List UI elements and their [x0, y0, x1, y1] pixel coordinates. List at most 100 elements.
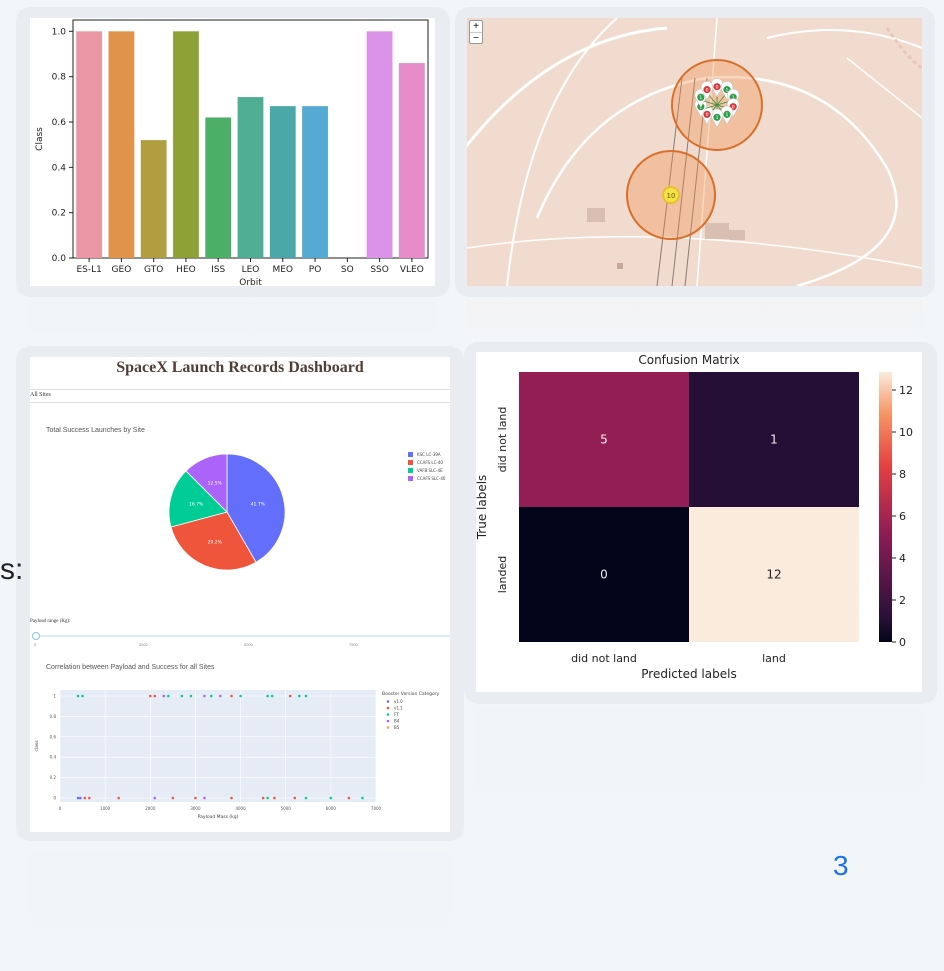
x-tick-label: PO — [309, 265, 322, 275]
pie-legend-label[interactable]: VAFB SLC-4E — [417, 468, 443, 473]
scatter-point[interactable] — [218, 694, 222, 698]
scatter-point[interactable] — [304, 694, 308, 698]
cm-title: Confusion Matrix — [638, 353, 739, 367]
scatter-point[interactable] — [230, 694, 233, 698]
bar-chart-reflection — [30, 300, 435, 345]
map-marker-label: 1 — [716, 115, 719, 121]
scatter-point[interactable] — [203, 694, 206, 698]
map-panel[interactable]: 10 0110110110 + − — [467, 18, 922, 286]
scatter-point[interactable] — [189, 694, 193, 698]
scatter-point[interactable] — [171, 796, 175, 800]
scatter-y-tick: 0.6 — [50, 734, 57, 739]
scatter-legend-label[interactable]: v1.0 — [394, 699, 403, 704]
cm-cell-value: 1 — [770, 433, 778, 447]
payload-slider[interactable] — [34, 635, 450, 637]
scatter-legend-label[interactable]: B5 — [394, 725, 400, 730]
scatter-y-tick: 0.2 — [50, 775, 57, 780]
scatter-point[interactable] — [148, 694, 152, 698]
slider-label: Payload range (Kg): — [30, 619, 71, 624]
scatter-x-tick: 1000 — [100, 806, 111, 811]
cm-colorbar — [879, 372, 892, 642]
scatter-point[interactable] — [266, 694, 269, 698]
scatter-point[interactable] — [76, 694, 80, 698]
confusion-reflection — [476, 708, 922, 838]
x-tick-label: VLEO — [400, 265, 424, 275]
scatter-title: Correlation between Payload and Success … — [46, 664, 215, 671]
scatter-x-tick: 5000 — [281, 806, 292, 811]
scatter-point[interactable] — [329, 796, 333, 800]
scatter-point[interactable] — [347, 796, 351, 800]
scatter-point[interactable] — [79, 796, 82, 800]
scatter-point[interactable] — [266, 796, 269, 800]
scatter-point[interactable] — [297, 694, 301, 698]
scatter-point[interactable] — [153, 796, 157, 800]
scatter-point[interactable] — [167, 694, 170, 698]
bar — [205, 117, 232, 258]
zoom-in-button[interactable]: + — [470, 21, 482, 33]
cm-y-tick: did not land — [496, 407, 509, 473]
bar — [269, 106, 296, 258]
slider-tick-label: 7500 — [349, 642, 358, 647]
scatter-point[interactable] — [153, 694, 157, 698]
scatter-x-tick: 7000 — [371, 806, 382, 811]
scatter-point[interactable] — [361, 796, 364, 800]
pie-legend-label[interactable]: CCAFS SLC-40 — [417, 476, 446, 481]
scatter-legend-label[interactable]: FT — [394, 712, 399, 717]
zoom-control: + − — [469, 20, 483, 44]
scatter-point[interactable] — [194, 796, 197, 800]
cm-cell-value: 12 — [766, 568, 781, 582]
scatter-legend-marker[interactable] — [386, 719, 390, 723]
scatter-point[interactable] — [209, 694, 213, 698]
scatter-point[interactable] — [76, 796, 80, 800]
scatter-legend-label[interactable]: B4 — [394, 719, 400, 724]
scatter-legend-label[interactable]: v1.1 — [394, 706, 403, 711]
pie-value-label: 29.2% — [208, 539, 223, 545]
scatter-point[interactable] — [239, 694, 242, 698]
zoom-out-button[interactable]: − — [470, 33, 482, 44]
confusion-matrix: Confusion Matrix5 10 12did not land landdid… — [476, 353, 913, 681]
page-number: 3 — [833, 850, 849, 881]
scatter-point[interactable] — [270, 694, 274, 698]
pie-legend-swatch[interactable] — [408, 476, 413, 481]
y-tick-label: 0.6 — [52, 118, 67, 128]
scatter-legend-marker[interactable] — [386, 700, 390, 703]
scatter-y-tick: 1 — [53, 694, 56, 699]
scatter-point[interactable] — [88, 796, 91, 800]
scatter-point[interactable] — [117, 796, 120, 800]
slider-handle[interactable] — [32, 632, 40, 640]
scatter-point[interactable] — [273, 796, 276, 800]
pie-legend-label[interactable]: KSC LC-39A — [417, 452, 441, 457]
slider-tick-label: 0 — [34, 642, 37, 647]
scatter-point[interactable] — [83, 796, 87, 800]
scatter-point[interactable] — [304, 796, 308, 800]
slider-tick-label: 2500 — [139, 642, 148, 647]
scatter-legend-marker[interactable] — [386, 706, 390, 710]
x-tick-label: GEO — [112, 265, 132, 275]
scatter-x-tick: 4000 — [235, 806, 246, 811]
scatter-legend-marker[interactable] — [386, 713, 390, 716]
x-tick-label: MEO — [272, 265, 293, 275]
scatter-point[interactable] — [81, 694, 84, 698]
scatter-point[interactable] — [230, 796, 233, 800]
site-dropdown[interactable]: All Sites — [30, 389, 450, 403]
scatter-point[interactable] — [288, 694, 292, 698]
scatter-x-label: Payload Mass (kg) — [198, 814, 239, 820]
pie-value-label: 12.5% — [208, 481, 223, 487]
scatter-point[interactable] — [293, 796, 297, 800]
scatter-point[interactable] — [162, 694, 166, 698]
map-marker-label: 1 — [726, 112, 729, 118]
y-tick-label: 0.8 — [52, 73, 67, 83]
map-canvas[interactable]: 10 0110110110 — [467, 18, 922, 286]
scatter-point[interactable] — [261, 796, 265, 800]
pie-legend-swatch[interactable] — [408, 452, 413, 457]
scatter-point[interactable] — [180, 694, 184, 698]
pie-value-label: 16.7% — [189, 502, 204, 508]
bar-chart: 0.0 0.2 0.4 0.6 0.8 1.0 ES-L1 GEO GTO HEO ISS LEO ME… — [35, 19, 429, 286]
pie-legend-swatch[interactable] — [408, 460, 413, 465]
pie-legend-label[interactable]: CCAFS LC-40 — [417, 460, 443, 465]
bar — [398, 63, 425, 258]
scatter-plot-bg — [60, 690, 376, 802]
scatter-legend-marker[interactable] — [386, 726, 390, 729]
scatter-point[interactable] — [203, 796, 206, 800]
pie-legend-swatch[interactable] — [408, 468, 413, 473]
